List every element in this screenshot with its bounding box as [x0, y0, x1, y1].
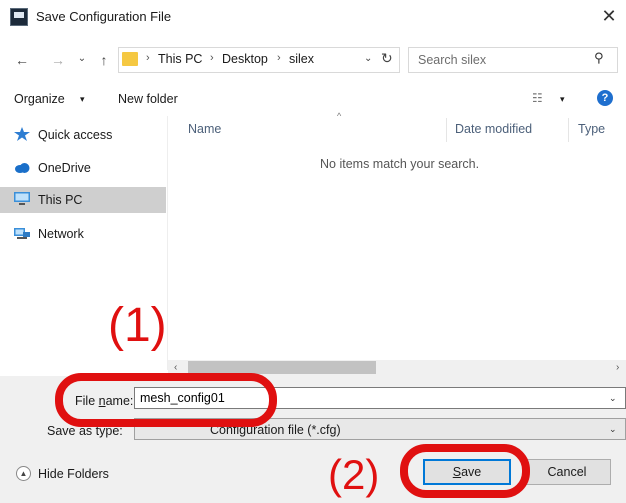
breadcrumb-separator: ›	[210, 52, 214, 64]
sidebar-item-network[interactable]: Network	[0, 221, 166, 247]
folder-icon	[122, 52, 138, 66]
up-icon[interactable]: ↑	[96, 52, 112, 68]
recent-locations-icon[interactable]: ⌄	[74, 53, 90, 64]
help-icon[interactable]: ?	[597, 90, 613, 106]
hide-folders-icon[interactable]: ▲	[16, 466, 31, 481]
column-header-name[interactable]: Name	[188, 122, 221, 136]
empty-message: No items match your search.	[320, 157, 480, 171]
sidebar-item-label: This PC	[38, 193, 83, 207]
window-title: Save Configuration File	[36, 9, 172, 24]
network-icon	[14, 228, 30, 239]
cloud-icon	[15, 163, 30, 173]
sort-ascending-icon: ^	[337, 111, 342, 121]
scroll-right-icon[interactable]: ›	[616, 362, 619, 373]
column-divider[interactable]	[446, 118, 447, 142]
sidebar-item-label: Quick access	[38, 128, 113, 142]
refresh-icon[interactable]: ↻	[381, 50, 393, 67]
monitor-icon	[14, 192, 30, 205]
chevron-down-icon[interactable]: ⌄	[609, 424, 617, 435]
caret-down-icon[interactable]: ▾	[560, 94, 565, 105]
sidebar-item-label: OneDrive	[38, 161, 91, 175]
sidebar-item-onedrive[interactable]: OneDrive	[0, 155, 166, 181]
breadcrumb-desktop[interactable]: Desktop	[222, 52, 268, 66]
chevron-down-icon[interactable]: ⌄	[609, 393, 617, 404]
search-placeholder: Search silex	[418, 53, 487, 67]
file-list[interactable]	[168, 116, 626, 360]
column-header-type[interactable]: Type	[578, 122, 605, 136]
breadcrumb-separator: ›	[277, 52, 281, 64]
star-icon	[14, 127, 30, 141]
scroll-left-icon[interactable]: ‹	[174, 362, 177, 373]
column-header-date-modified[interactable]: Date modified	[455, 122, 532, 136]
address-dropdown-icon[interactable]: ⌄	[364, 53, 372, 64]
close-button[interactable]: ✕	[596, 4, 622, 30]
annotation-highlight-save	[400, 444, 530, 498]
sidebar-item-this-pc[interactable]: This PC	[0, 187, 166, 213]
column-divider[interactable]	[568, 118, 569, 142]
view-options-icon[interactable]: ☷	[532, 91, 543, 105]
back-icon[interactable]: ←	[14, 52, 30, 68]
breadcrumb-this-pc[interactable]: This PC	[158, 52, 202, 66]
cancel-button[interactable]: Cancel	[523, 459, 611, 485]
caret-down-icon[interactable]: ▾	[80, 94, 85, 105]
forward-icon[interactable]: →	[50, 52, 66, 68]
hide-folders-button[interactable]: Hide Folders	[38, 467, 109, 481]
sidebar-item-label: Network	[38, 227, 84, 241]
organize-button[interactable]: Organize	[14, 92, 65, 106]
annotation-step-1: (1)	[108, 299, 167, 352]
breadcrumb-separator: ›	[146, 52, 150, 64]
app-icon	[10, 8, 28, 26]
breadcrumb-silex[interactable]: silex	[289, 52, 314, 66]
annotation-highlight-file-name	[55, 373, 277, 427]
sidebar-item-quick-access[interactable]: Quick access	[0, 122, 166, 148]
new-folder-button[interactable]: New folder	[118, 92, 178, 106]
annotation-step-2: (2)	[328, 451, 380, 498]
search-icon[interactable]: ⚲	[594, 50, 604, 66]
